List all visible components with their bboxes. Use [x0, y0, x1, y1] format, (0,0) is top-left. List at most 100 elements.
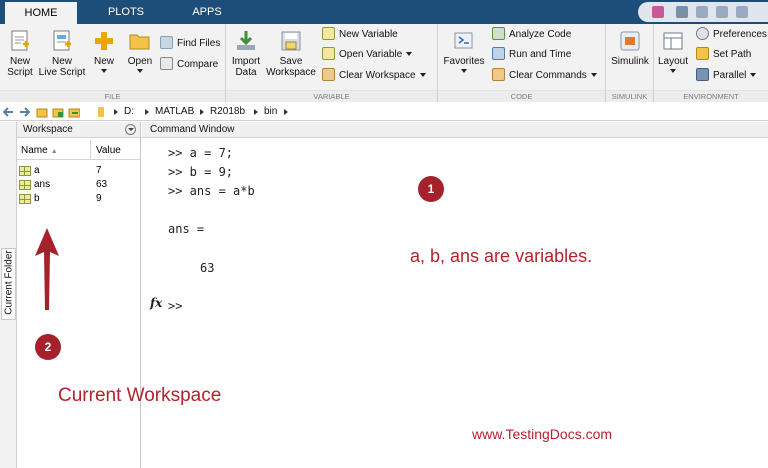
annotation-badge-2: 2 [35, 334, 61, 360]
new-label: New [89, 56, 119, 67]
community-icon[interactable] [652, 6, 664, 18]
breadcrumb-separator-icon [145, 109, 149, 115]
find-files-button[interactable]: Find Files [160, 36, 220, 52]
parallel-label: Parallel [713, 70, 746, 81]
parallel-icon [696, 68, 709, 81]
clear-workspace-button[interactable]: Clear Workspace [322, 68, 426, 84]
command-prompt[interactable]: >> [168, 299, 182, 313]
variable-name: b [34, 193, 40, 204]
workspace-title: Workspace [23, 124, 73, 135]
forward-arrow-icon[interactable] [18, 106, 30, 118]
folder-refresh-icon[interactable] [68, 106, 80, 118]
save-workspace-button[interactable]: Save Workspace [266, 28, 316, 78]
open-label: Open [124, 56, 156, 67]
value-column-header[interactable]: Value [96, 145, 121, 156]
workspace-title-bar: Workspace [17, 122, 140, 138]
new-variable-button[interactable]: New Variable [322, 27, 398, 43]
set-path-button[interactable]: Set Path [696, 47, 751, 63]
paste-icon[interactable] [736, 6, 748, 18]
command-window-panel[interactable]: Command Window >> a = 7; >> b = 9; >> an… [142, 122, 768, 468]
run-and-time-button[interactable]: Run and Time [492, 47, 571, 63]
file-section-label: FILE [0, 90, 225, 102]
variable-value: 63 [96, 179, 107, 190]
import-data-label-1: Import [228, 56, 264, 67]
new-script-button[interactable]: New Script [3, 28, 37, 78]
variable-icon [19, 166, 31, 176]
command-line-2: >> b = 9; [168, 165, 233, 179]
variable-icon [19, 194, 31, 204]
new-script-label-1: New [3, 56, 37, 67]
new-live-script-button[interactable]: New Live Script [38, 28, 86, 78]
save-workspace-label-2: Workspace [266, 67, 316, 78]
tab-home[interactable]: HOME [5, 0, 77, 24]
open-variable-button[interactable]: Open Variable [322, 47, 412, 63]
simulink-section: Simulink SIMULINK [606, 24, 654, 102]
breadcrumb-r2018b[interactable]: R2018b [210, 106, 245, 117]
table-row[interactable]: b 9 [17, 192, 140, 206]
side-tab-strip: Current Folder [0, 122, 17, 468]
clear-workspace-icon [322, 68, 335, 81]
command-window-title-bar: Command Window [142, 122, 768, 138]
compare-label: Compare [177, 59, 218, 70]
import-data-button[interactable]: Import Data [228, 28, 264, 78]
preferences-button[interactable]: Preferences [696, 27, 767, 43]
clear-commands-button[interactable]: Clear Commands [492, 68, 597, 84]
new-live-script-label-2: Live Script [38, 67, 86, 78]
variable-section-label: VARIABLE [226, 90, 437, 102]
table-row[interactable]: a 7 [17, 164, 140, 178]
workspace-header: Name▲ Value [17, 140, 140, 160]
analyze-code-button[interactable]: Analyze Code [492, 27, 571, 43]
name-column-header[interactable]: Name▲ [21, 145, 58, 156]
parallel-button[interactable]: Parallel [696, 68, 756, 84]
compare-button[interactable]: Compare [160, 57, 218, 73]
import-icon [235, 30, 257, 52]
plus-icon [93, 30, 115, 52]
save-icon[interactable] [676, 6, 688, 18]
variable-name: ans [34, 179, 50, 190]
chevron-down-icon [461, 69, 467, 73]
tab-apps[interactable]: APPS [170, 0, 244, 24]
clear-workspace-label: Clear Workspace [339, 70, 416, 81]
open-button[interactable]: Open [124, 28, 156, 73]
folder-icon [696, 47, 709, 60]
variable-value: 7 [96, 165, 102, 176]
run-and-time-label: Run and Time [509, 49, 571, 60]
preferences-label: Preferences [713, 29, 767, 40]
gear-icon [696, 27, 709, 40]
import-data-label-2: Data [228, 67, 264, 78]
output-label: ans = [168, 222, 204, 236]
favorites-button[interactable]: Favorites [442, 28, 486, 73]
copy-icon[interactable] [716, 6, 728, 18]
run-and-time-icon [492, 47, 505, 60]
chevron-down-icon [750, 73, 756, 77]
set-path-label: Set Path [713, 49, 751, 60]
find-files-label: Find Files [177, 38, 220, 49]
clear-commands-icon [492, 68, 505, 81]
code-section-label: CODE [438, 90, 605, 102]
chevron-down-icon[interactable] [125, 124, 136, 135]
up-folder-icon[interactable] [36, 106, 48, 118]
clear-commands-label: Clear Commands [509, 70, 587, 81]
browse-folder-icon[interactable] [52, 106, 64, 118]
breadcrumb-bin[interactable]: bin [264, 106, 277, 117]
table-row[interactable]: ans 63 [17, 178, 140, 192]
annotation-variables-note: a, b, ans are variables. [410, 246, 592, 267]
breadcrumb-matlab[interactable]: MATLAB [155, 106, 194, 117]
current-folder-tab[interactable]: Current Folder [1, 248, 16, 320]
back-arrow-icon[interactable] [3, 106, 15, 118]
sort-up-icon: ▲ [51, 148, 58, 155]
layout-button[interactable]: Layout [656, 28, 690, 73]
ribbon-tabbar: HOME PLOTS APPS [0, 0, 768, 24]
new-button[interactable]: New [89, 28, 119, 73]
chevron-down-icon [670, 69, 676, 73]
breadcrumb-d[interactable]: D: [124, 106, 134, 117]
tab-plots[interactable]: PLOTS [92, 0, 160, 24]
chevron-down-icon [406, 52, 412, 56]
fx-icon[interactable]: fx [150, 296, 162, 310]
new-live-script-label-1: New [38, 56, 86, 67]
cut-icon[interactable] [696, 6, 708, 18]
breadcrumb-separator-icon [200, 109, 204, 115]
simulink-button[interactable]: Simulink [608, 28, 652, 67]
new-variable-icon [322, 27, 335, 40]
ribbon: New Script New Live Script New [0, 24, 768, 102]
